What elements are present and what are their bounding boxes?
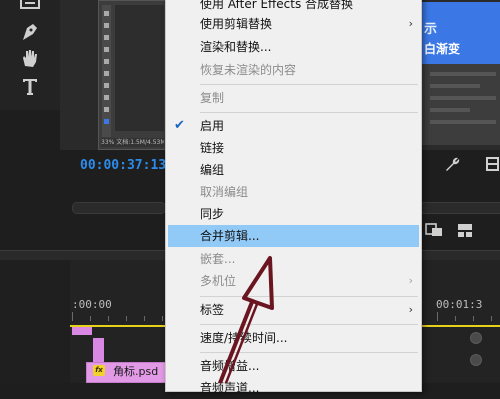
menu-item-restore-unrendered[interactable]: 恢复未渲染的内容 xyxy=(166,59,421,81)
pen-icon[interactable] xyxy=(17,20,43,46)
wrench-icon[interactable] xyxy=(444,156,460,172)
ruler-tick xyxy=(72,312,73,321)
menu-item-label: 复制 xyxy=(200,91,225,105)
menu-item-label: 合并剪辑... xyxy=(200,229,260,243)
export-frame-icon[interactable] xyxy=(425,222,443,238)
photoshop-thumbnail: 33% 文档:1.5M/4.53M xyxy=(98,0,167,150)
menu-item-label: 使用剪辑替换 xyxy=(200,17,273,31)
menu-item-replace-with-clip[interactable]: 使用剪辑替换 › xyxy=(166,13,421,35)
menu-item-label: 恢复未渲染的内容 xyxy=(200,63,297,77)
ps-tool xyxy=(104,11,109,16)
ps-tool xyxy=(104,47,109,52)
menu-item-link[interactable]: 链接 xyxy=(166,137,421,159)
scroll-handle[interactable] xyxy=(470,332,482,344)
ruler-tick xyxy=(144,316,145,321)
menu-separator xyxy=(200,84,418,85)
submenu-arrow-icon: › xyxy=(408,274,413,287)
ps-status-bar: 33% 文档:1.5M/4.53M xyxy=(101,138,164,147)
ps-tool xyxy=(104,119,109,124)
settings-icon[interactable] xyxy=(485,156,500,172)
menu-item-render-and-replace[interactable]: 渲染和替换... xyxy=(166,36,421,58)
menu-item-label: 同步 xyxy=(200,207,225,221)
preview-row xyxy=(430,120,496,124)
check-icon: ✔ xyxy=(174,118,185,133)
scissors-icon[interactable] xyxy=(17,0,43,20)
menu-item-label: 启用 xyxy=(200,119,225,133)
ruler-end-label: 00:01:3 xyxy=(436,298,483,311)
menu-item-label: 编组 xyxy=(200,163,225,177)
menu-item-label: 链接 xyxy=(200,141,225,155)
insert-icon[interactable] xyxy=(456,222,474,238)
menu-item-synchronize[interactable]: 同步 xyxy=(166,203,421,225)
monitor-zoom-scrollbar-right[interactable] xyxy=(422,202,500,214)
timeline-clip[interactable] xyxy=(93,338,104,362)
type-icon[interactable] xyxy=(17,74,43,100)
preview-row xyxy=(430,96,496,100)
ps-tool xyxy=(104,107,109,112)
preview-row xyxy=(430,108,470,112)
timeline-clip[interactable] xyxy=(72,327,92,335)
ps-tool xyxy=(104,71,109,76)
ruler-tick xyxy=(437,312,438,321)
preview-row xyxy=(430,72,496,76)
track-headers xyxy=(0,260,70,383)
ruler-start-label: :00:00 xyxy=(72,298,112,311)
playhead-timecode[interactable]: 00:00:37:13 xyxy=(80,158,166,173)
scroll-handle[interactable] xyxy=(470,354,482,366)
ruler-tick xyxy=(108,316,109,321)
ruler-tick xyxy=(455,316,456,321)
ruler-tick xyxy=(90,316,91,321)
menu-item-label: 取消编组 xyxy=(200,185,249,199)
ps-tool xyxy=(104,23,109,28)
menu-item-ungroup[interactable]: 取消编组 xyxy=(166,181,421,203)
preview-text-line2: 白渐变 xyxy=(424,42,461,56)
submenu-arrow-icon: › xyxy=(408,303,413,316)
ps-canvas xyxy=(115,5,164,131)
ruler-tick xyxy=(473,316,474,321)
menu-item-group[interactable]: 编组 xyxy=(166,159,421,181)
ps-tool xyxy=(104,59,109,64)
preview-row xyxy=(430,84,480,88)
clip-name: 角标.psd xyxy=(113,365,159,378)
ruler-tick xyxy=(162,316,163,321)
hand-icon[interactable] xyxy=(17,46,43,72)
menu-separator xyxy=(200,112,418,113)
annotation-arrow-icon xyxy=(200,250,290,385)
menu-item-copy[interactable]: 复制 xyxy=(166,87,421,109)
ps-tool xyxy=(104,35,109,40)
menu-item-label: 渲染和替换... xyxy=(200,40,272,54)
monitor-zoom-scrollbar[interactable] xyxy=(72,202,166,214)
fx-badge: fx xyxy=(93,365,105,376)
ps-tool xyxy=(104,83,109,88)
menu-item-enable[interactable]: ✔ 启用 xyxy=(166,115,421,137)
preview-text-line1: 示 xyxy=(424,22,438,37)
ruler-tick xyxy=(126,316,127,321)
ruler-tick xyxy=(491,316,492,321)
ps-tool xyxy=(104,95,109,100)
submenu-arrow-icon: › xyxy=(408,17,413,30)
menu-item-merge-clips[interactable]: 合并剪辑... xyxy=(168,225,419,247)
